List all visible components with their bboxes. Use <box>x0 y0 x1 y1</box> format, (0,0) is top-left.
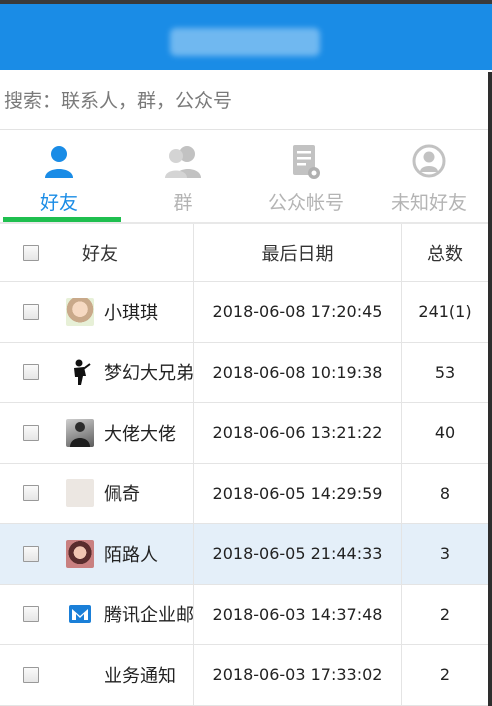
table-row[interactable]: 腾讯企业邮 2018-06-03 14:37:48 2 <box>0 584 488 645</box>
avatar <box>66 418 94 447</box>
avatar <box>66 479 94 508</box>
row-checkbox[interactable] <box>23 485 39 502</box>
friend-name: 业务通知 <box>104 665 176 687</box>
message-count: 53 <box>434 362 456 382</box>
header-title <box>170 28 320 56</box>
tab-official-accounts[interactable]: 公众帐号 <box>244 131 368 222</box>
avatar <box>66 661 94 689</box>
last-date: 2018-06-03 14:37:48 <box>194 584 402 644</box>
tab-unknown-friends[interactable]: 未知好友 <box>370 131 488 222</box>
avatar <box>66 539 94 568</box>
tab-groups[interactable]: 群 <box>124 131 242 222</box>
column-header-friend[interactable]: 好友 <box>62 224 194 281</box>
active-tab-indicator <box>3 217 121 222</box>
friend-name: 陌路人 <box>104 544 158 566</box>
last-date: 2018-06-05 14:29:59 <box>194 463 402 523</box>
last-date: 2018-06-08 17:20:45 <box>194 282 402 342</box>
table-row[interactable]: 大佬大佬 2018-06-06 13:21:22 40 <box>0 403 488 464</box>
table-row[interactable]: 业务通知 2018-06-03 17:33:02 2 <box>0 645 488 706</box>
message-count: 2 <box>439 665 451 685</box>
row-checkbox[interactable] <box>23 364 39 381</box>
app-header <box>0 4 492 70</box>
last-date: 2018-06-06 13:21:22 <box>194 403 402 463</box>
window-right-edge <box>488 72 492 706</box>
row-checkbox[interactable] <box>23 303 39 320</box>
friend-name: 佩奇 <box>104 484 140 506</box>
friend-name: 梦幻大兄弟 <box>104 363 194 385</box>
last-date: 2018-06-03 17:33:02 <box>194 645 402 705</box>
friend-name: 小琪琪 <box>104 302 158 324</box>
table-row[interactable]: 梦幻大兄弟 2018-06-08 10:19:38 53 <box>0 342 488 403</box>
row-checkbox[interactable] <box>23 545 39 562</box>
friends-table: 好友 最后日期 总数 小琪琪 2018-06-08 17:20:45 241(1… <box>0 224 488 706</box>
tab-friends-label: 好友 <box>39 192 78 214</box>
tab-groups-label: 群 <box>173 192 193 214</box>
row-checkbox[interactable] <box>23 424 39 441</box>
table-row[interactable]: 小琪琪 2018-06-08 17:20:45 241(1) <box>0 282 488 343</box>
message-count: 3 <box>439 544 451 564</box>
row-checkbox[interactable] <box>23 606 39 623</box>
message-count: 40 <box>434 423 456 443</box>
avatar <box>66 358 94 387</box>
select-all-checkbox[interactable] <box>23 244 39 261</box>
user-icon <box>43 142 75 182</box>
search-bar[interactable] <box>0 72 488 130</box>
official-account-icon <box>289 142 323 182</box>
group-icon <box>163 142 203 182</box>
message-count: 2 <box>439 604 451 624</box>
search-input[interactable] <box>4 72 488 129</box>
last-date: 2018-06-05 21:44:33 <box>194 524 402 584</box>
last-date: 2018-06-08 10:19:38 <box>194 342 402 402</box>
unknown-friend-icon <box>412 142 446 182</box>
friend-name: 大佬大佬 <box>104 423 176 445</box>
tab-official-accounts-label: 公众帐号 <box>267 192 344 214</box>
table-row[interactable]: 陌路人 2018-06-05 21:44:33 3 <box>0 524 488 585</box>
avatar <box>66 297 94 326</box>
tab-friends[interactable]: 好友 <box>0 131 118 222</box>
tab-bar: 好友 群 公众帐号 未知好友 <box>0 131 488 224</box>
friend-name: 腾讯企业邮 <box>104 605 194 627</box>
message-count: 241(1) <box>418 302 472 322</box>
column-header-total[interactable]: 总数 <box>402 224 488 281</box>
table-row[interactable]: 佩奇 2018-06-05 14:29:59 8 <box>0 463 488 524</box>
row-checkbox[interactable] <box>23 666 39 683</box>
column-header-last-date[interactable]: 最后日期 <box>194 224 402 281</box>
message-count: 8 <box>439 483 451 503</box>
table-header: 好友 最后日期 总数 <box>0 224 488 282</box>
tencent-mail-icon <box>66 600 94 628</box>
tab-unknown-friends-label: 未知好友 <box>390 192 467 214</box>
